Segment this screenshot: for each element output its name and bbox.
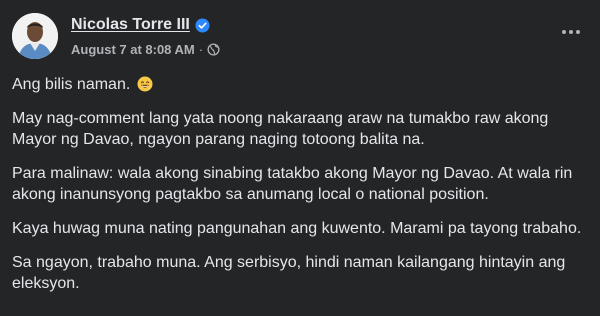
post-paragraph: Kaya huwag muna nating pangunahan ang ku…	[12, 220, 582, 237]
post-timestamp-link[interactable]: August 7 at 8:08 AM	[71, 42, 195, 57]
more-options-icon	[562, 30, 580, 34]
post-paragraph: Ang bilis naman.	[12, 74, 588, 95]
paragraph-text: Ang bilis naman.	[12, 76, 131, 93]
facebook-post: Nicolas Torre III August 7 at 8:08 AM ·	[0, 0, 600, 316]
post-paragraph: May nag-comment lang yata noong nakaraan…	[12, 110, 549, 148]
separator-dot: ·	[198, 41, 204, 57]
more-options-button[interactable]	[554, 20, 588, 44]
verified-badge-icon	[195, 17, 210, 33]
grinning-face-emoji-icon	[137, 76, 153, 92]
avatar[interactable]	[12, 13, 58, 59]
post-meta: Nicolas Torre III August 7 at 8:08 AM ·	[71, 14, 220, 58]
post-paragraph: Para malinaw: wala akong sinabing tatakb…	[12, 165, 573, 203]
post-subline: August 7 at 8:08 AM ·	[71, 40, 220, 58]
author-name-link[interactable]: Nicolas Torre III	[71, 16, 190, 34]
author-row: Nicolas Torre III	[71, 14, 220, 36]
post-header: Nicolas Torre III August 7 at 8:08 AM ·	[12, 10, 588, 62]
post-body: Ang bilis naman. May nag-comment lang ya…	[12, 74, 588, 307]
post-paragraph: Sa ngayon, trabaho muna. Ang serbisyo, h…	[12, 254, 566, 292]
avatar-image	[12, 13, 58, 59]
globe-icon[interactable]	[207, 42, 220, 56]
